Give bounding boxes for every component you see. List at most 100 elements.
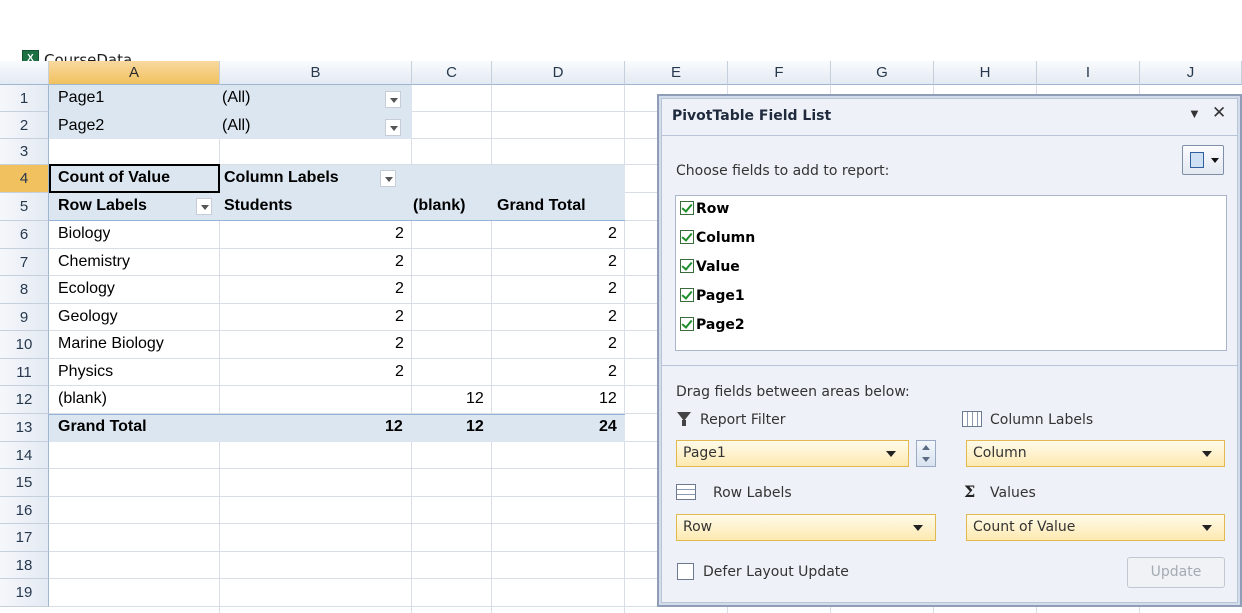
row-header[interactable]: 8 <box>0 276 49 304</box>
row-header[interactable]: 6 <box>0 221 49 249</box>
column-labels-value: Column <box>973 445 1027 461</box>
column-header-e[interactable]: E <box>625 61 728 85</box>
column-header-b[interactable]: B <box>220 61 412 85</box>
grand-total-total: 24 <box>599 418 617 435</box>
panel-menu-chevron-icon[interactable]: ▼ <box>1188 106 1201 121</box>
pivot-cell-blank: 12 <box>466 390 484 407</box>
row-header[interactable]: 9 <box>0 304 49 331</box>
field-item-value[interactable]: Value <box>680 259 740 275</box>
field-list-layout-button[interactable] <box>1182 145 1224 175</box>
update-button[interactable]: Update <box>1127 557 1225 588</box>
page-filter-value[interactable]: (All) <box>222 89 250 107</box>
row-labels-dropdown[interactable]: Row <box>676 514 936 541</box>
checkbox-checked-icon[interactable] <box>680 201 694 215</box>
pivot-row-label: (blank) <box>58 390 107 407</box>
page-filter-value[interactable]: (All) <box>222 117 250 135</box>
values-value: Count of Value <box>973 519 1076 535</box>
arrow-up-icon[interactable] <box>922 445 930 450</box>
chevron-down-icon <box>1202 451 1212 457</box>
column-header-grand-total: Grand Total <box>497 197 586 214</box>
choose-fields-label: Choose fields to add to report: <box>676 163 890 179</box>
chevron-down-icon <box>1211 158 1219 163</box>
pivot-cell-total: 2 <box>608 363 617 380</box>
checkbox-checked-icon[interactable] <box>680 259 694 273</box>
row-header[interactable]: 4 <box>0 165 49 193</box>
row-header[interactable]: 18 <box>0 552 49 579</box>
values-area-label: Values <box>990 485 1036 501</box>
row-labels-value: Row <box>683 519 713 535</box>
field-item-page1[interactable]: Page1 <box>680 288 745 304</box>
column-labels-dropdown[interactable]: Column <box>966 440 1225 467</box>
field-label: Page1 <box>696 288 745 304</box>
column-labels-icon <box>962 411 982 427</box>
pivot-row-label: Biology <box>58 225 111 242</box>
filter-dropdown-icon[interactable] <box>385 91 401 108</box>
pivot-cell-students: 2 <box>395 308 404 325</box>
defer-layout-checkbox[interactable] <box>677 563 694 580</box>
grand-total-students: 12 <box>385 418 403 435</box>
row-header[interactable]: 13 <box>0 414 49 442</box>
pivot-row-label: Geology <box>58 308 118 325</box>
row-header[interactable]: 19 <box>0 579 49 607</box>
column-header-d[interactable]: D <box>492 61 625 85</box>
filter-dropdown-icon[interactable] <box>385 119 401 136</box>
pivot-cell-total: 2 <box>608 225 617 242</box>
row-header[interactable]: 14 <box>0 442 49 469</box>
page-filter-label: Page2 <box>58 117 105 134</box>
row-header[interactable]: 12 <box>0 386 49 414</box>
row-header[interactable]: 1 <box>0 85 49 112</box>
row-header[interactable]: 10 <box>0 331 49 359</box>
field-label: Value <box>696 259 740 275</box>
close-icon[interactable]: ✕ <box>1212 103 1226 123</box>
column-header-f[interactable]: F <box>728 61 831 85</box>
row-labels-filter-icon[interactable] <box>196 198 212 215</box>
column-labels-header: Column Labels <box>224 169 339 186</box>
select-all-corner[interactable] <box>0 61 49 85</box>
move-field-spinner[interactable] <box>916 440 936 467</box>
column-header-h[interactable]: H <box>934 61 1037 85</box>
checkbox-checked-icon[interactable] <box>680 288 694 302</box>
values-dropdown[interactable]: Count of Value <box>966 514 1225 541</box>
pivot-cell-total: 2 <box>608 253 617 270</box>
report-filter-label: Report Filter <box>700 412 786 428</box>
pivot-cell-students: 2 <box>395 280 404 297</box>
row-header[interactable]: 2 <box>0 112 49 139</box>
report-filter-dropdown[interactable]: Page1 <box>676 440 909 467</box>
pivot-cell-total: 2 <box>608 280 617 297</box>
report-filter-value: Page1 <box>683 445 726 461</box>
column-header-i[interactable]: I <box>1037 61 1140 85</box>
field-list-title: PivotTable Field List <box>672 108 832 124</box>
row-header[interactable]: 11 <box>0 359 49 386</box>
row-header[interactable]: 17 <box>0 524 49 552</box>
field-label: Row <box>696 201 730 217</box>
checkbox-checked-icon[interactable] <box>680 230 694 244</box>
arrow-down-icon[interactable] <box>922 457 930 462</box>
column-header-g[interactable]: G <box>831 61 934 85</box>
pivot-row-label: Physics <box>58 363 114 380</box>
filter-funnel-stem <box>682 420 686 426</box>
workbook-title-bar: X CourseData <box>0 22 1242 69</box>
row-header[interactable]: 3 <box>0 139 49 165</box>
pivot-cell-total: 2 <box>608 335 617 352</box>
column-header-c[interactable]: C <box>412 61 492 85</box>
row-header[interactable]: 16 <box>0 497 49 524</box>
field-item-page2[interactable]: Page2 <box>680 317 745 333</box>
excel-window: X CourseData A B C D E F G H I J 1 2 3 4… <box>0 0 1242 613</box>
row-header[interactable]: 7 <box>0 249 49 276</box>
row-header[interactable]: 15 <box>0 469 49 497</box>
chevron-down-icon <box>1202 525 1212 531</box>
field-item-column[interactable]: Column <box>680 230 755 246</box>
column-labels-filter-icon[interactable] <box>380 170 396 187</box>
defer-layout-label: Defer Layout Update <box>703 564 849 580</box>
field-item-row[interactable]: Row <box>680 201 729 217</box>
title-divider <box>661 135 1238 136</box>
row-labels-icon <box>676 484 696 500</box>
column-header-a[interactable]: A <box>49 61 220 85</box>
column-header-j[interactable]: J <box>1140 61 1242 85</box>
grand-total-label: Grand Total <box>58 418 147 435</box>
checkbox-checked-icon[interactable] <box>680 317 694 331</box>
row-header[interactable]: 5 <box>0 193 49 221</box>
chevron-down-icon <box>913 525 923 531</box>
section-divider <box>661 365 1238 366</box>
field-list-box <box>675 195 1227 351</box>
